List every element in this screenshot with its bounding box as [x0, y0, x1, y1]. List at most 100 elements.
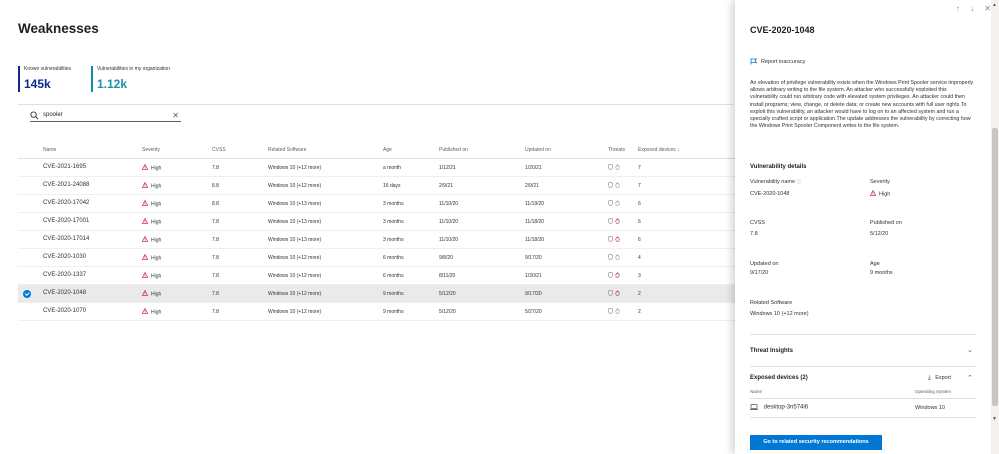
column-header-updated-on[interactable]: Updated on: [525, 147, 551, 153]
panel-scrollbar[interactable]: ▲ ▼: [991, 0, 999, 454]
main-content: Weaknesses Known vulnerabilities 145k Vu…: [0, 0, 735, 454]
warning-icon: [869, 189, 877, 198]
cve-name[interactable]: CVE-2020-1048: [43, 290, 86, 296]
vulnerability-name-value: CVE-2020-1048: [750, 191, 790, 197]
cve-name[interactable]: CVE-2020-17014: [43, 236, 89, 242]
exposed-devices-cell: 3: [638, 273, 641, 279]
chevron-up-icon[interactable]: ⌃: [967, 374, 973, 382]
table-row[interactable]: CVE-2020-17001 High 7.8 Windows 10 (+13 mor…: [18, 213, 735, 231]
details-heading: Vulnerability details: [750, 164, 807, 170]
severity-text: High: [151, 255, 162, 262]
warning-icon: [141, 307, 149, 316]
exposed-devices-cell: 6: [638, 201, 641, 207]
published-cell: 9/8/20: [439, 255, 453, 261]
updated-cell: 1/20/21: [525, 165, 542, 171]
exploit-shield-icon: [608, 163, 613, 172]
column-header-age[interactable]: Age: [383, 147, 392, 153]
go-to-recommendations-button[interactable]: Go to related security recommendations: [750, 435, 882, 450]
scroll-down-arrow[interactable]: ▼: [992, 416, 997, 422]
warning-icon: [141, 253, 149, 262]
cve-name[interactable]: CVE-2021-24088: [43, 182, 89, 188]
scroll-up-arrow[interactable]: ▲: [992, 2, 997, 8]
updated-cell: 11/18/20: [525, 237, 545, 243]
severity-text: High: [151, 309, 162, 316]
severity-text: High: [151, 273, 162, 280]
info-icon[interactable]: ⓘ: [797, 179, 802, 184]
table-row[interactable]: CVE-2020-1030 High 7.8 Windows 10 (+12 more…: [18, 249, 735, 267]
threats-cell: [608, 289, 622, 298]
next-item-button[interactable]: ↓: [970, 4, 974, 13]
divider: [750, 366, 976, 367]
scrollbar-thumb[interactable]: [992, 128, 998, 406]
age-label: Age: [870, 261, 880, 267]
threat-bug-icon: [615, 254, 620, 262]
table-row[interactable]: CVE-2021-24088 High 8.8 Windows 10 (+12 mor…: [18, 177, 735, 195]
report-inaccuracy-label: Report inaccuracy: [761, 58, 806, 65]
report-inaccuracy-link[interactable]: Report inaccuracy: [750, 58, 805, 65]
stat-org-vulnerabilities[interactable]: Vulnerabilities in my organization 1.12k: [91, 66, 170, 92]
clear-search-icon[interactable]: ✕: [172, 110, 179, 121]
cvss-cell: 7.8: [212, 165, 219, 171]
table-row[interactable]: CVE-2020-1048 High 7.8 Windows 10 (+12 more…: [18, 285, 735, 303]
device-column-name[interactable]: Name: [750, 389, 762, 394]
stat-label: Known vulnerabilities: [24, 66, 71, 72]
column-header-cvss[interactable]: CVSS: [212, 147, 226, 153]
column-header-threats[interactable]: Threats: [608, 147, 625, 153]
threat-insights-header[interactable]: Threat Insights: [750, 348, 793, 354]
cve-name[interactable]: CVE-2020-1070: [43, 308, 86, 314]
cve-name[interactable]: CVE-2021-1695: [43, 164, 86, 170]
exploit-shield-icon: [608, 235, 613, 244]
age-cell: 9 months: [383, 309, 404, 315]
exposed-devices-cell: 7: [638, 183, 641, 189]
chevron-down-icon[interactable]: ⌄: [967, 346, 973, 354]
table-row[interactable]: CVE-2020-17014 High 7.8 Windows 10 (+13 mor…: [18, 231, 735, 249]
published-cell: 5/12/20: [439, 291, 456, 297]
table-row[interactable]: CVE-2020-1337 High 7.8 Windows 10 (+12 more…: [18, 267, 735, 285]
device-name[interactable]: desktop-3n574i6: [764, 405, 808, 411]
exposed-devices-cell: 7: [638, 165, 641, 171]
column-header-exposed-devices[interactable]: Exposed devices ↓: [638, 147, 680, 153]
cve-name[interactable]: CVE-2020-1030: [43, 254, 86, 260]
age-cell: 6 months: [383, 273, 404, 279]
export-button[interactable]: ⤓ Export: [928, 375, 951, 382]
close-panel-button[interactable]: ✕: [984, 4, 991, 13]
exposed-devices-header[interactable]: Exposed devices (2): [750, 375, 808, 381]
exposed-devices-cell: 6: [638, 237, 641, 243]
table-row[interactable]: CVE-2020-1070 High 7.8 Windows 10 (+12 more…: [18, 303, 735, 321]
exposed-devices-cell: 2: [638, 309, 641, 315]
severity-text: High: [151, 165, 162, 172]
updated-cell: 1/30/21: [525, 273, 542, 279]
column-header-published-on[interactable]: Published on: [439, 147, 468, 153]
updated-cell: 9/17/20: [525, 291, 542, 297]
severity-cell: High: [141, 199, 161, 208]
column-header-related-software[interactable]: Related Software: [268, 147, 306, 153]
cve-name[interactable]: CVE-2020-17001: [43, 218, 89, 224]
published-cell: 5/12/20: [439, 309, 456, 315]
previous-item-button[interactable]: ↑: [956, 4, 960, 13]
panel-scroll-area[interactable]: An elevation of privilege vulnerability …: [735, 66, 991, 454]
column-header-name[interactable]: Name: [43, 147, 56, 153]
severity-cell: High: [141, 271, 162, 280]
severity-cell: High: [141, 235, 161, 244]
warning-icon: [141, 217, 149, 226]
table-row[interactable]: CVE-2020-17042 High 8.8 Windows 10 (+13 mor…: [18, 195, 735, 213]
table-row[interactable]: CVE-2021-1695 High 7.8 Windows 10 (+12 more…: [18, 159, 735, 177]
age-cell: 3 months: [383, 201, 404, 207]
related-software-value: Windows 10 (+12 more): [750, 311, 809, 317]
stat-known-vulnerabilities[interactable]: Known vulnerabilities 145k: [18, 66, 71, 92]
divider: [750, 417, 976, 418]
updated-cell: 11/18/20: [525, 219, 545, 225]
related-software-cell: Windows 10 (+12 more): [268, 165, 322, 171]
related-software-cell: Windows 10 (+12 more): [268, 255, 322, 261]
device-row[interactable]: desktop-3n574i6: [750, 404, 808, 411]
cvss-cell: 7.8: [212, 255, 219, 261]
row-selected-checkmark-icon[interactable]: [23, 290, 31, 298]
device-column-os[interactable]: Operating System: [915, 389, 951, 394]
cve-name[interactable]: CVE-2020-1337: [43, 272, 86, 278]
search-input[interactable]: spooler ✕: [30, 110, 181, 122]
warning-icon: [141, 163, 149, 172]
warning-icon: [141, 289, 149, 298]
severity-cell: High: [141, 217, 161, 226]
cve-name[interactable]: CVE-2020-17042: [43, 200, 89, 206]
column-header-severity[interactable]: Severity: [142, 147, 160, 153]
